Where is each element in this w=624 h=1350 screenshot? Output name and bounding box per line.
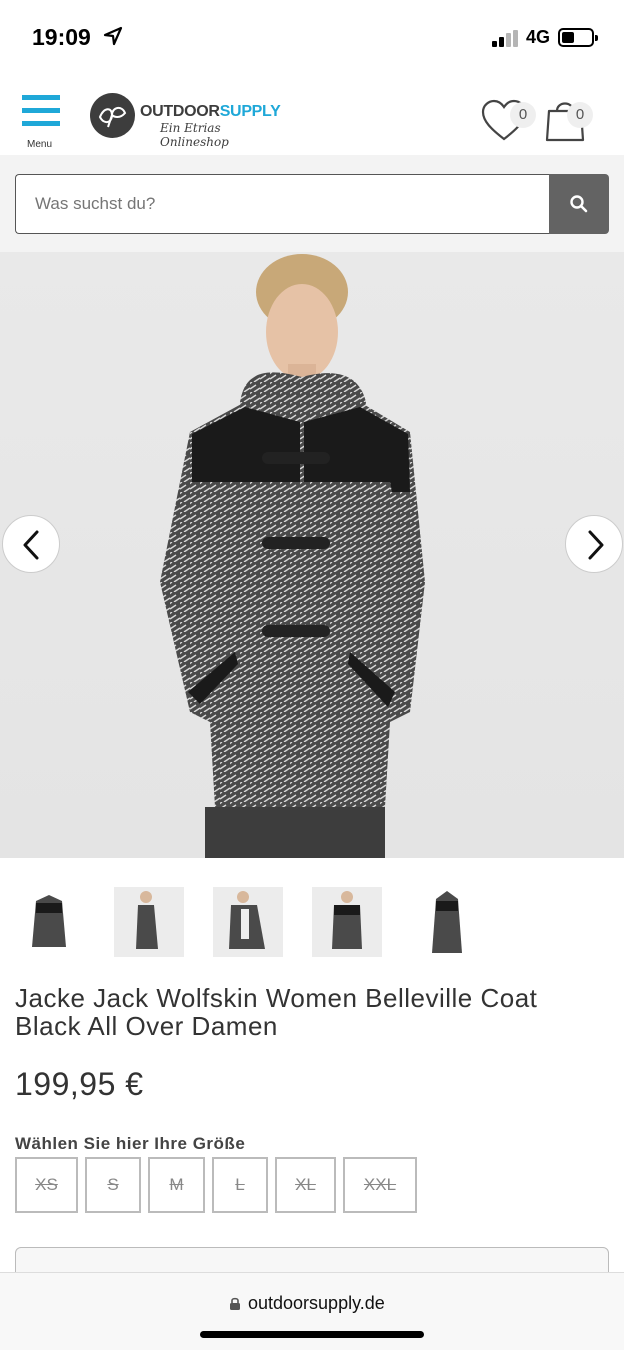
product-title: Jacke Jack Wolfskin Women Belleville Coa…: [15, 983, 538, 1041]
url-text: outdoorsupply.de: [248, 1293, 385, 1313]
gallery-prev-button[interactable]: [2, 515, 60, 573]
thumbnail-5[interactable]: [412, 887, 482, 957]
lock-icon: [230, 1297, 240, 1310]
logo-tagline: Ein Etrias Onlineshop: [160, 121, 229, 149]
size-option-s[interactable]: S: [85, 1157, 141, 1213]
size-option-xl[interactable]: XL: [275, 1157, 336, 1213]
size-option-l[interactable]: L: [212, 1157, 268, 1213]
size-option-xs[interactable]: XS: [15, 1157, 78, 1213]
status-bar: 19:09 4G: [0, 0, 624, 75]
thumbnail-3[interactable]: [213, 887, 283, 957]
menu-label: Menu: [27, 139, 53, 150]
size-label: Wählen Sie hier Ihre Größe: [15, 1134, 246, 1153]
status-time: 19:09: [32, 24, 91, 50]
coat-photo: [160, 254, 425, 858]
network-type: 4G: [526, 27, 551, 47]
thumbnail-strip: [14, 887, 614, 959]
thumbnail-2[interactable]: [114, 887, 184, 957]
product-price: 199,95 €: [15, 1066, 144, 1102]
battery-icon: [558, 28, 598, 47]
cart-button[interactable]: 0: [545, 93, 601, 145]
size-option-m[interactable]: M: [148, 1157, 205, 1213]
thumbnail-1[interactable]: [14, 887, 84, 957]
location-arrow-icon: [103, 26, 123, 46]
logo-wordmark: OUTDOORSUPPLY: [140, 103, 281, 120]
search-icon: [570, 195, 588, 213]
product-image[interactable]: [0, 252, 624, 858]
signal-icon: [492, 30, 522, 47]
thumbnail-4[interactable]: [312, 887, 382, 957]
browser-url-bar[interactable]: outdoorsupply.de: [0, 1272, 624, 1350]
search-button[interactable]: [549, 174, 609, 234]
chevron-right-icon: [588, 530, 604, 560]
cart-count: 0: [567, 102, 593, 128]
chevron-left-icon: [23, 530, 39, 560]
gallery-next-button[interactable]: [565, 515, 623, 573]
logo-mark-icon: [90, 93, 135, 138]
search-input[interactable]: [15, 174, 550, 234]
wishlist-button[interactable]: 0: [481, 95, 537, 145]
size-option-xxl[interactable]: XXL: [343, 1157, 417, 1213]
site-logo[interactable]: OUTDOORSUPPLY Ein Etrias Onlineshop: [90, 93, 290, 149]
home-indicator[interactable]: [200, 1331, 424, 1338]
site-header: OUTDOORSUPPLY Ein Etrias Onlineshop 0 0: [0, 75, 624, 155]
wishlist-count: 0: [510, 102, 536, 128]
search-bar: [0, 155, 624, 252]
